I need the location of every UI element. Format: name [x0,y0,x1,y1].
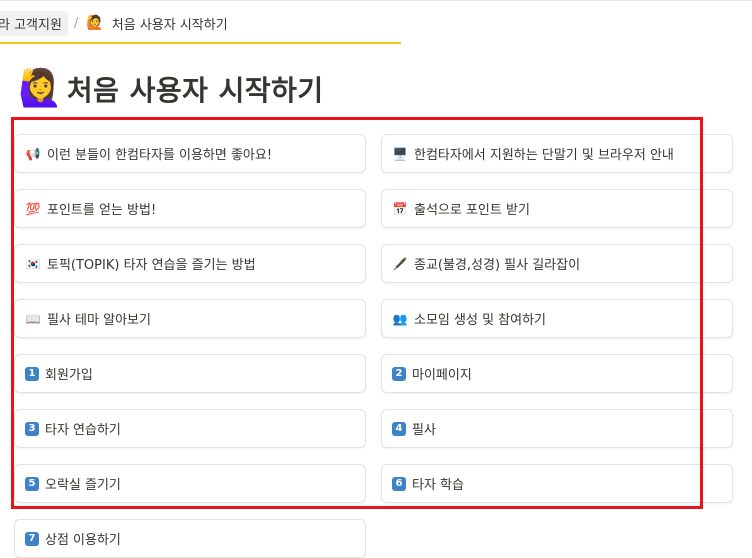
breadcrumb-current[interactable]: 처음 사용자 시작하기 [112,14,228,33]
open-book-icon: 📖 [25,311,41,326]
people-icon: 👥 [392,311,408,326]
breadcrumb: 라 고객지원 / 🙋 처음 사용자 시작하기 [0,10,228,36]
link-label: 포인트를 얻는 방법! [47,203,157,218]
link-label: 소모임 생성 및 참여하기 [414,313,546,328]
number-six-icon: 6 [392,476,406,491]
link-label: 필사 테마 알아보기 [47,313,151,328]
link-label: 토픽(TOPIK) 타자 연습을 즐기는 방법 [47,258,256,273]
number-three-icon: 3 [25,421,39,436]
link-card[interactable]: 📖 필사 테마 알아보기 [14,299,366,338]
link-label: 상점 이용하기 [45,533,121,548]
calendar-icon: 📅 [392,201,408,216]
link-card[interactable]: 🖋️ 종교(불경,성경) 필사 길라잡이 [381,244,733,283]
number-four-icon: 4 [392,421,406,436]
page-header: 🙋‍♀️ 처음 사용자 시작하기 [18,64,324,114]
link-label: 종교(불경,성경) 필사 길라잡이 [414,258,581,273]
link-card[interactable]: 🇰🇷 토픽(TOPIK) 타자 연습을 즐기는 방법 [14,244,366,283]
desktop-computer-icon: 🖥️ [392,146,408,161]
link-card[interactable]: 💯 포인트를 얻는 방법! [14,189,366,228]
link-card[interactable]: 5 오락실 즐기기 [14,464,366,503]
breadcrumb-separator: / [73,15,79,31]
link-card[interactable]: 📢 이런 분들이 한컴타자를 이용하면 좋아요! [14,134,366,173]
link-card[interactable]: 2 마이페이지 [381,354,733,393]
pen-icon: 🖋️ [392,256,408,271]
breadcrumb-parent[interactable]: 라 고객지원 [0,10,68,36]
link-label: 출석으로 포인트 받기 [414,203,530,218]
link-label: 이런 분들이 한컴타자를 이용하면 좋아요! [47,148,273,163]
link-label: 마이페이지 [412,368,472,383]
link-card[interactable]: 7 상점 이용하기 [14,519,366,558]
top-divider [0,0,752,1]
link-card[interactable]: 4 필사 [381,409,733,448]
korea-flag-icon: 🇰🇷 [25,256,41,271]
hundred-points-icon: 💯 [25,201,41,216]
link-label: 오락실 즐기기 [45,478,121,493]
number-seven-icon: 7 [25,531,39,546]
megaphone-icon: 📢 [25,146,41,161]
link-card[interactable]: 6 타자 학습 [381,464,733,503]
link-label: 타자 연습하기 [45,423,121,438]
link-card[interactable]: 📅 출석으로 포인트 받기 [381,189,733,228]
link-card[interactable]: 🖥️ 한컴타자에서 지원하는 단말기 및 브라우저 안내 [381,134,733,173]
link-card[interactable]: 1 회원가입 [14,354,366,393]
link-label: 한컴타자에서 지원하는 단말기 및 브라우저 안내 [414,148,674,163]
number-two-icon: 2 [392,366,406,381]
person-raising-hand-icon: 🙋 [86,15,104,31]
link-card[interactable]: 👥 소모임 생성 및 참여하기 [381,299,733,338]
person-raising-hand-icon: 🙋‍♀️ [18,68,63,109]
active-underline [0,42,401,44]
link-label: 필사 [412,423,436,438]
number-five-icon: 5 [25,476,39,491]
page-title: 처음 사용자 시작하기 [66,74,324,107]
link-card[interactable]: 3 타자 연습하기 [14,409,366,448]
link-label: 회원가입 [45,368,93,383]
link-label: 타자 학습 [412,478,464,493]
number-one-icon: 1 [25,366,39,381]
